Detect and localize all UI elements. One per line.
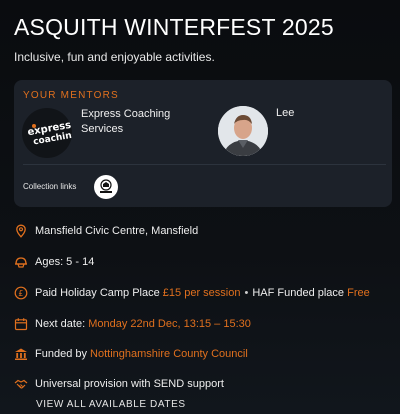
- paid-place-label: Paid Holiday Camp Place: [35, 287, 160, 299]
- funded-by-label: Funded by: [35, 348, 87, 360]
- funded-place-label: HAF Funded place: [252, 287, 345, 299]
- mentor-avatar-lee[interactable]: [218, 106, 268, 156]
- helmet-icon: [14, 255, 28, 269]
- funded-place-value: Free: [347, 287, 370, 299]
- currency-icon: £: [14, 286, 28, 300]
- funder-link[interactable]: Nottinghamshire County Council: [90, 348, 248, 360]
- next-date-value: Monday 22nd Dec, 13:15 – 15:30: [88, 318, 251, 330]
- card-divider: [23, 164, 386, 165]
- paid-place-value: £15 per session: [162, 287, 241, 299]
- next-date-label: Next date:: [35, 318, 86, 330]
- mentors-heading: YOUR MENTORS: [23, 90, 119, 101]
- mentor-name-lee[interactable]: Lee: [276, 107, 294, 119]
- next-date-row: Next date: Monday 22nd Dec, 13:15 – 15:3…: [14, 317, 251, 331]
- mentors-card: YOUR MENTORS express coaching Express Co…: [14, 80, 392, 207]
- provision-row: Universal provision with SEND support: [14, 377, 224, 391]
- ages-text: Ages: 5 - 14: [35, 256, 95, 268]
- collection-links-label: Collection links: [23, 182, 77, 191]
- collection-link-logo[interactable]: [94, 175, 118, 199]
- location-pin-icon: [14, 224, 28, 238]
- express-coaching-logo[interactable]: express coaching: [22, 108, 72, 158]
- view-all-dates-link[interactable]: VIEW ALL AVAILABLE DATES: [36, 399, 186, 410]
- svg-text:£: £: [18, 289, 23, 298]
- page-subtitle: Inclusive, fun and enjoyable activities.: [14, 50, 215, 64]
- provision-text: Universal provision with SEND support: [35, 378, 224, 390]
- mentor-name-express[interactable]: Express Coaching Services: [81, 107, 191, 137]
- bank-icon: [14, 347, 28, 361]
- calendar-icon: [14, 317, 28, 331]
- ages-row: Ages: 5 - 14: [14, 255, 94, 269]
- price-separator: •: [244, 287, 249, 299]
- handshake-icon: [14, 377, 28, 391]
- location-row: Mansfield Civic Centre, Mansfield: [14, 224, 198, 238]
- page-title: ASQUITH WINTERFEST 2025: [14, 14, 334, 40]
- location-text: Mansfield Civic Centre, Mansfield: [35, 225, 199, 237]
- price-row: £ Paid Holiday Camp Place £15 per sessio…: [14, 286, 370, 300]
- funded-by-row: Funded by Nottinghamshire County Council: [14, 347, 248, 361]
